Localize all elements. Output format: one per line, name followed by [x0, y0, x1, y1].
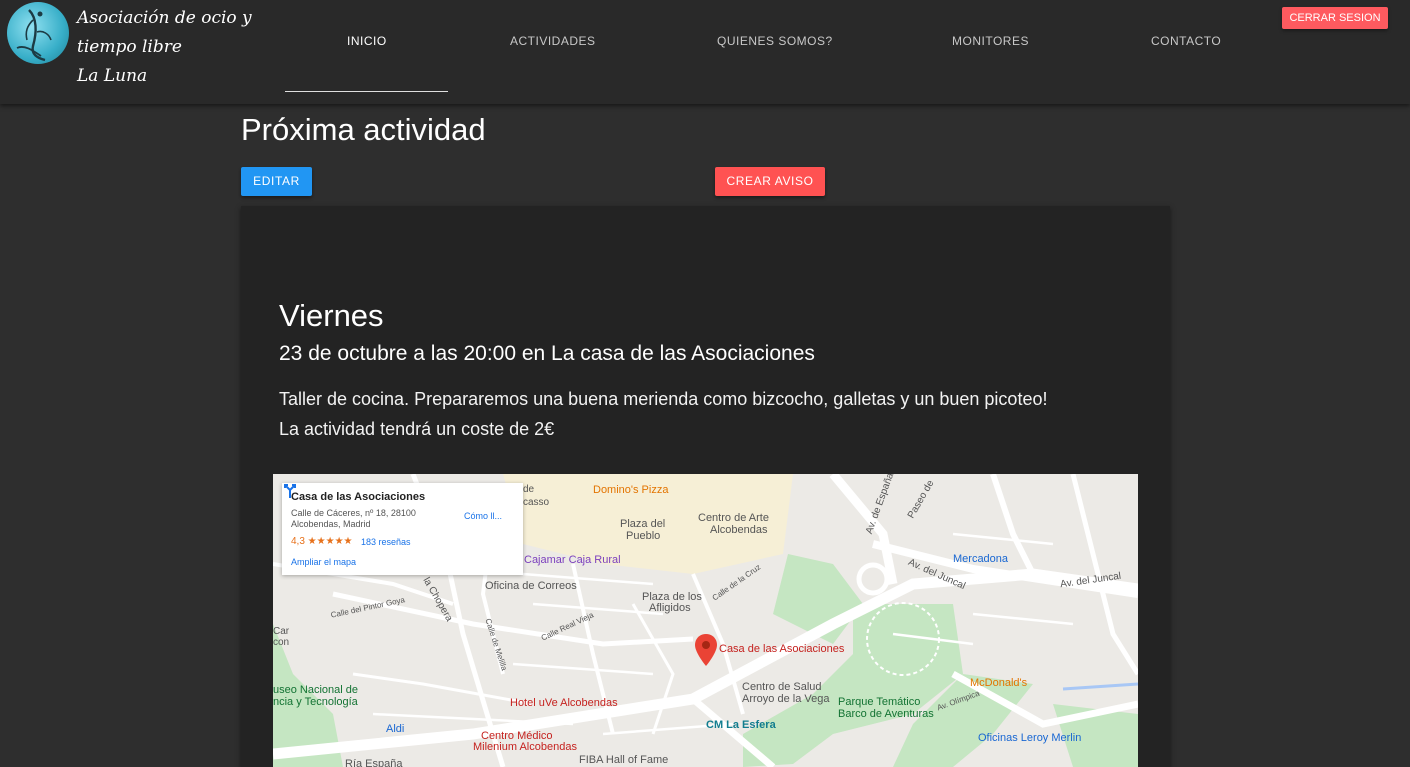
map-address-line-2: Alcobendas, Madrid: [291, 519, 371, 529]
map-label-centro-medico-2: Milenium Alcobendas: [473, 741, 577, 753]
nav-item-actividades[interactable]: ACTIVIDADES: [510, 34, 596, 48]
activity-description-line-2: La actividad tendrá un coste de 2€: [279, 419, 555, 439]
location-marker-icon[interactable]: [695, 634, 717, 666]
activity-description: Taller de cocina. Prepararemos una buena…: [279, 384, 1149, 444]
edit-button[interactable]: EDITAR: [241, 167, 312, 196]
navbar: Asociación de ocio y tiempo libre La Lun…: [0, 0, 1410, 104]
map-label-centro-salud-1: Centro de Salud: [742, 681, 822, 693]
map-reviews-link[interactable]: 183 reseñas: [361, 537, 411, 547]
logout-button[interactable]: CERRAR SESION: [1282, 7, 1388, 29]
map-label-car-2: con: [273, 637, 290, 648]
brand-title[interactable]: Asociación de ocio y tiempo libre La Lun…: [77, 4, 257, 91]
map-label-cm-esfera: CM La Esfera: [706, 719, 776, 731]
map-label-casso: casso: [523, 497, 550, 508]
map-label-fiba: FIBA Hall of Fame: [579, 754, 669, 766]
page-title: Próxima actividad: [241, 112, 486, 147]
map-label-leroy: Oficinas Leroy Merlin: [978, 732, 1082, 744]
logo-moon-icon[interactable]: [7, 2, 69, 64]
map-label-mcdonalds: McDonald's: [970, 677, 1028, 689]
map-info-box: Casa de las Asociaciones Calle de Cácere…: [282, 483, 523, 575]
nav-item-contacto[interactable]: CONTACTO: [1151, 34, 1221, 48]
activity-card: Viernes 23 de octubre a las 20:00 en La …: [241, 206, 1170, 767]
brand-line-1: Asociación de ocio y: [77, 8, 252, 28]
map-label-parque-1: Parque Temático: [838, 696, 921, 708]
map-label-dominos: Domino's Pizza: [593, 484, 669, 496]
map-place-name: Casa de las Asociaciones: [291, 491, 426, 503]
map-label-de: de: [523, 484, 535, 495]
activity-day: Viernes: [279, 298, 384, 333]
map-label-correos: Oficina de Correos: [485, 580, 577, 592]
directions-icon[interactable]: [282, 483, 298, 499]
map-label-plaza-pueblo-2: Pueblo: [626, 530, 661, 542]
map-label-car-1: Car: [273, 626, 290, 637]
map-expand-link[interactable]: Ampliar el mapa: [291, 557, 356, 567]
nav-item-inicio[interactable]: INICIO: [347, 34, 387, 48]
nav-item-monitores[interactable]: MONITORES: [952, 34, 1029, 48]
map-address-line-1: Calle de Cáceres, nº 18, 28100: [291, 508, 416, 518]
activity-description-line-1: Taller de cocina. Prepararemos una buena…: [279, 389, 1048, 409]
map-label-ria: Ría España: [345, 758, 403, 767]
map-label-hotel: Hotel uVe Alcobendas: [510, 697, 618, 709]
map-label-centro-arte-1: Centro de Arte: [698, 512, 769, 524]
map-directions-link[interactable]: Cómo ll...: [464, 511, 502, 521]
map-label-parque-2: Barco de Aventuras: [838, 708, 934, 720]
map-label-museo-1: useo Nacional de: [273, 684, 359, 696]
map-label-museo-2: ncia y Tecnología: [273, 696, 358, 708]
active-tab-indicator: [285, 91, 448, 92]
map-label-mercadona: Mercadona: [953, 553, 1009, 565]
brand-line-3: La Luna: [77, 66, 148, 86]
brand-line-2: tiempo libre: [77, 37, 182, 57]
map-label-centro-arte-2: Alcobendas: [710, 524, 768, 536]
map-marker-label: Casa de las Asociaciones: [719, 643, 845, 655]
embedded-map[interactable]: Casa de las Asociaciones Domino's Pizza …: [273, 474, 1138, 767]
map-label-cajamar: Cajamar Caja Rural: [524, 554, 621, 566]
map-label-plaza-afligidos-2: Afligidos: [649, 602, 691, 614]
map-rating: 4,3 ★★★★★: [291, 536, 353, 547]
map-label-centro-salud-2: Arroyo de la Vega: [742, 693, 830, 705]
activity-date-place: 23 de octubre a las 20:00 en La casa de …: [279, 342, 815, 365]
nav-item-quienes-somos[interactable]: QUIENES SOMOS?: [717, 34, 833, 48]
map-label-plaza-pueblo-1: Plaza del: [620, 518, 666, 530]
create-alert-button[interactable]: CREAR AVISO: [715, 167, 825, 196]
map-label-aldi: Aldi: [386, 723, 405, 735]
map-address: Calle de Cáceres, nº 18, 28100 Alcobenda…: [291, 508, 441, 530]
